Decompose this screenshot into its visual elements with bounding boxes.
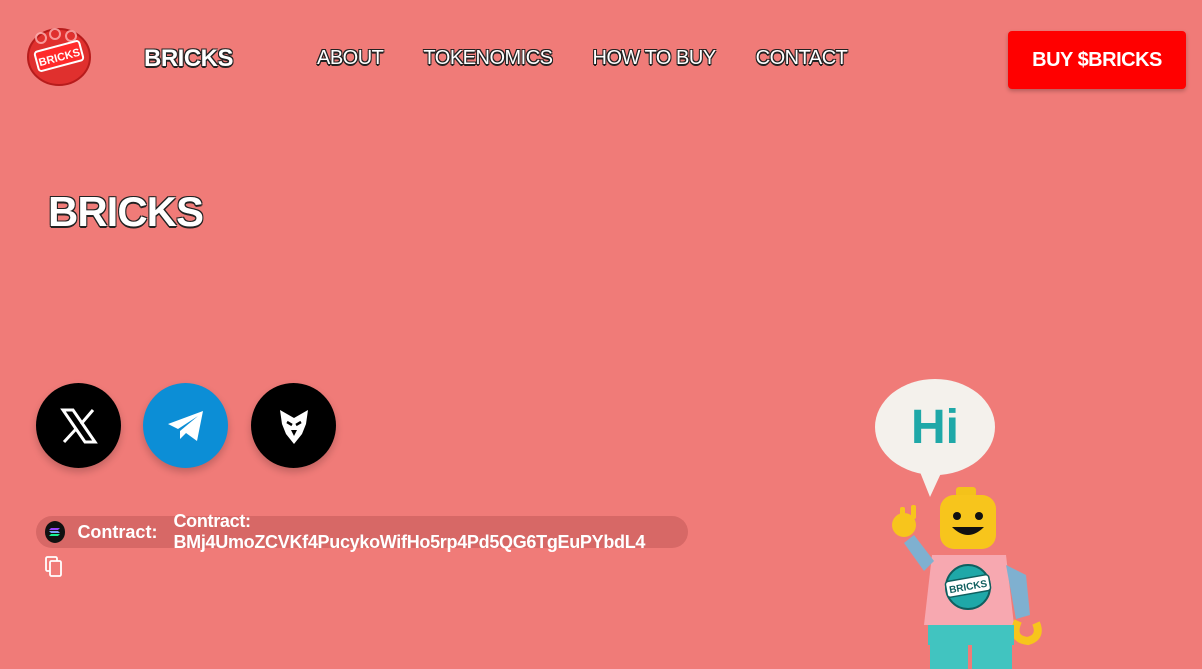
contract-address-bar: Contract: Contract: BMj4UmoZCVKf4PucykoW… — [36, 511, 688, 552]
main-nav: ABOUT TOKENOMICS HOW TO BUY CONTACT — [317, 47, 848, 70]
telegram-social-button[interactable] — [143, 383, 228, 468]
nav-contact[interactable]: CONTACT — [756, 47, 848, 70]
nav-about[interactable]: ABOUT — [317, 47, 384, 70]
bricks-logo[interactable]: BRICKS — [27, 26, 91, 86]
buy-bricks-button[interactable]: BUY $BRICKS — [1008, 31, 1186, 89]
x-social-button[interactable] — [36, 383, 121, 468]
contract-address[interactable]: Contract: BMj4UmoZCVKf4PucykoWifHo5rp4Pd… — [173, 511, 688, 553]
eagle-icon — [279, 409, 308, 444]
hero-title: BRICKS — [48, 188, 204, 235]
x-icon — [59, 408, 98, 443]
mascot-illustration: Hi BRICKS — [875, 379, 1042, 669]
nav-how-to-buy[interactable]: HOW TO BUY — [593, 47, 717, 70]
nav-tokenomics[interactable]: TOKENOMICS — [423, 47, 553, 70]
contract-label: Contract: — [77, 521, 158, 542]
bubble-text: Hi — [911, 401, 959, 454]
brand-name[interactable]: BRICKS — [144, 45, 234, 73]
solana-icon — [45, 521, 66, 543]
eagle-social-button[interactable] — [251, 383, 336, 468]
telegram-icon — [167, 410, 203, 441]
copy-icon[interactable] — [44, 556, 64, 578]
